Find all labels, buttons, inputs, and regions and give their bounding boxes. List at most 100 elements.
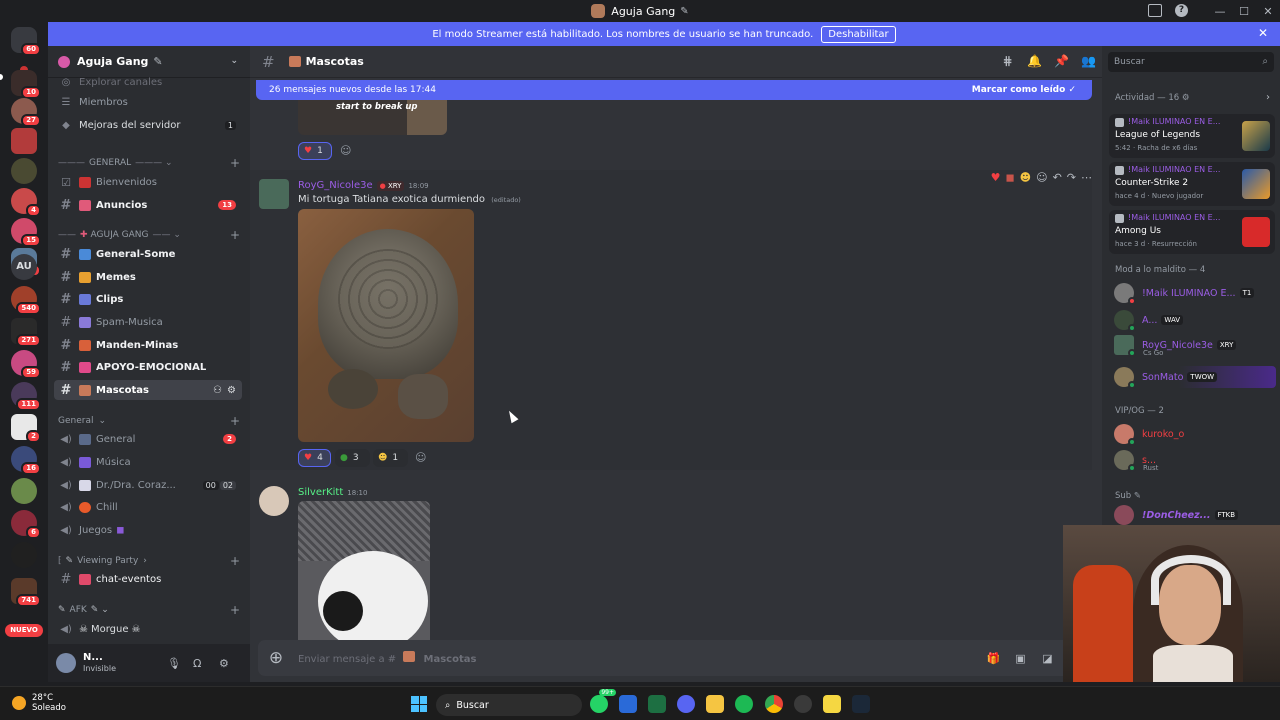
channel-bienvenidos[interactable]: ☑ Bienvenidos [54, 172, 242, 192]
obs-icon[interactable] [794, 695, 812, 713]
category-viewing-party[interactable]: ⁅ ✎ Viewing Party › + [58, 554, 240, 568]
discord-icon[interactable] [677, 695, 695, 713]
server-boosts-link[interactable]: ◆ Mejoras del servidor 1 [54, 115, 242, 135]
member-item[interactable]: !DonCheez... FTKB [1114, 504, 1276, 526]
server-icon[interactable]: 2 [11, 414, 41, 443]
channel-mascotas[interactable]: # Mascotas ⚇ ⚙ [54, 380, 242, 400]
emoji-icon[interactable]: ◼ [1005, 171, 1014, 184]
channel-spam-musica[interactable]: # Spam-Musica [54, 312, 242, 332]
message-composer[interactable]: ⊕ Enviar mensaje a # Mascotas 🎁 ▣ ◪ ☺ [258, 640, 1094, 676]
maximize-button[interactable]: ☐ [1232, 5, 1256, 18]
reaction-turtle[interactable]: ● 3 [335, 449, 370, 467]
close-banner-icon[interactable]: ✕ [1258, 26, 1268, 40]
member-item[interactable]: !Maik ILUMINAO E... T1 [1114, 282, 1276, 305]
avatar[interactable] [259, 179, 289, 209]
member-item[interactable]: kuroko_o [1114, 423, 1276, 446]
server-icon[interactable]: 15 [11, 218, 41, 247]
new-messages-bar[interactable]: 26 mensajes nuevos desde las 17:44 Marca… [256, 80, 1092, 100]
notes-icon[interactable] [619, 695, 637, 713]
chevron-right-icon[interactable]: › [1266, 92, 1270, 103]
server-icon[interactable]: 4 [11, 188, 41, 217]
voice-morgue[interactable]: ◀) ☠ Morgue ☠ [54, 619, 242, 639]
channel-general-some[interactable]: # General-Some [54, 244, 242, 264]
member-item[interactable]: s... Rust [1114, 449, 1276, 472]
add-channel-icon[interactable]: + [230, 603, 240, 617]
upload-button[interactable]: ⊕ [266, 648, 286, 668]
heart-icon[interactable]: ♥ [991, 171, 1001, 184]
spotify-icon[interactable] [735, 695, 753, 713]
category-afk[interactable]: ✎ AFK ✎ ⌄ + [58, 603, 240, 617]
category-aguja-gang[interactable]: —— ✚ AGUJA GANG —— ⌄ + [58, 228, 240, 242]
windows-start-icon[interactable] [411, 696, 427, 712]
message-author[interactable]: SilverKitt [298, 487, 343, 498]
add-reaction-icon[interactable]: ☺ [415, 451, 426, 464]
category-general-voice[interactable]: General ⌄ + [58, 414, 240, 428]
category-general[interactable]: ——— GENERAL ——— ⌄ + [58, 156, 240, 170]
dm-home-icon[interactable]: 60 [11, 27, 41, 56]
gear-icon[interactable]: ⚙ [227, 385, 236, 396]
laugh-icon[interactable]: ☻ [1020, 171, 1031, 184]
avatar[interactable] [56, 653, 76, 673]
add-channel-icon[interactable]: + [230, 554, 240, 568]
add-reaction-icon[interactable]: ☺ [340, 144, 351, 157]
search-input[interactable]: Buscar ⌕ [1108, 52, 1274, 72]
server-au[interactable]: AU [11, 254, 37, 280]
server-icon[interactable]: 10 [11, 70, 41, 99]
channel-anuncios[interactable]: # Anuncios 13 [54, 195, 242, 215]
voice-general[interactable]: ◀) General 2 [54, 429, 242, 449]
headphones-icon[interactable]: Ω [193, 657, 201, 670]
threads-icon[interactable]: ⋕ [994, 54, 1021, 68]
close-button[interactable]: ✕ [1256, 5, 1280, 18]
disable-streamer-button[interactable]: Deshabilitar [821, 25, 896, 43]
steam-icon[interactable] [852, 695, 870, 713]
server-icon[interactable] [11, 128, 37, 154]
server-icon[interactable]: 271 [11, 318, 41, 347]
message-author[interactable]: RoyG_Nicole3e [298, 180, 373, 191]
add-reaction-icon[interactable]: ☺ [1036, 171, 1047, 184]
channel-manden-minas[interactable]: # Manden-Minas [54, 335, 242, 355]
activity-card[interactable]: !Maik ILUMINAO EN E... Counter-Strike 2 … [1109, 162, 1275, 206]
pin-icon[interactable]: 📌 [1048, 54, 1075, 68]
server-icon[interactable]: 27 [11, 98, 41, 127]
server-icon[interactable]: 59 [11, 350, 41, 379]
server-icon[interactable]: 6 [11, 510, 41, 539]
excel-icon[interactable] [648, 695, 666, 713]
tortoise-image[interactable] [298, 209, 474, 442]
reaction-heart[interactable]: ♥ 1 [298, 142, 332, 160]
weather-widget[interactable]: 28°C Soleado [12, 693, 66, 713]
add-channel-icon[interactable]: + [230, 228, 240, 242]
taskbar-search[interactable]: ⌕ Buscar [436, 694, 582, 716]
channel-chat-eventos[interactable]: # chat-eventos [54, 569, 242, 589]
avatar[interactable] [259, 486, 289, 516]
microphone-icon[interactable]: 🎙 [167, 657, 181, 670]
mark-as-read-button[interactable]: Marcar como leído ✓ [972, 85, 1076, 95]
server-icon[interactable]: 741 [11, 578, 41, 607]
channel-clips[interactable]: # Clips [54, 289, 242, 309]
add-channel-icon[interactable]: + [230, 156, 240, 170]
voice-juegos[interactable]: ◀) Juegos ◼ [54, 520, 242, 540]
gif-icon[interactable]: ▣ [1007, 652, 1034, 665]
reaction-heart[interactable]: ♥ 4 [298, 449, 331, 467]
member-list-icon[interactable]: 👥 [1075, 54, 1102, 68]
channel-memes[interactable]: # Memes [54, 267, 242, 287]
sticky-notes-icon[interactable] [823, 695, 841, 713]
cat-image[interactable] [298, 501, 430, 643]
whatsapp-icon[interactable]: 99+ [590, 689, 616, 713]
channel-apoyo-emocional[interactable]: # APOYO-EMOCIONAL [54, 357, 242, 377]
forward-icon[interactable]: ↷ [1067, 171, 1076, 184]
gear-icon[interactable]: ⚙ [219, 657, 229, 670]
server-icon[interactable]: 16 [11, 446, 41, 475]
bell-icon[interactable]: 🔔 [1021, 54, 1048, 68]
server-icon[interactable] [11, 542, 37, 568]
minimize-button[interactable]: — [1208, 5, 1232, 18]
activity-card[interactable]: !Maik ILUMINAO EN E... Among Us hace 3 d… [1109, 210, 1275, 254]
sticker-icon[interactable]: ◪ [1034, 652, 1061, 665]
message-image[interactable]: start to break up [298, 100, 447, 135]
server-icon[interactable] [11, 158, 37, 184]
voice-chill[interactable]: ◀) Chill [54, 497, 242, 517]
explore-channels[interactable]: ◎ Explorar canales [54, 72, 242, 92]
reaction-pleading[interactable]: ☻ 1 [373, 449, 408, 467]
help-icon[interactable]: ? [1175, 4, 1188, 17]
chrome-icon[interactable] [765, 695, 783, 713]
member-item[interactable]: RoyG_Nicole3e XRY Cs Go [1114, 334, 1276, 357]
